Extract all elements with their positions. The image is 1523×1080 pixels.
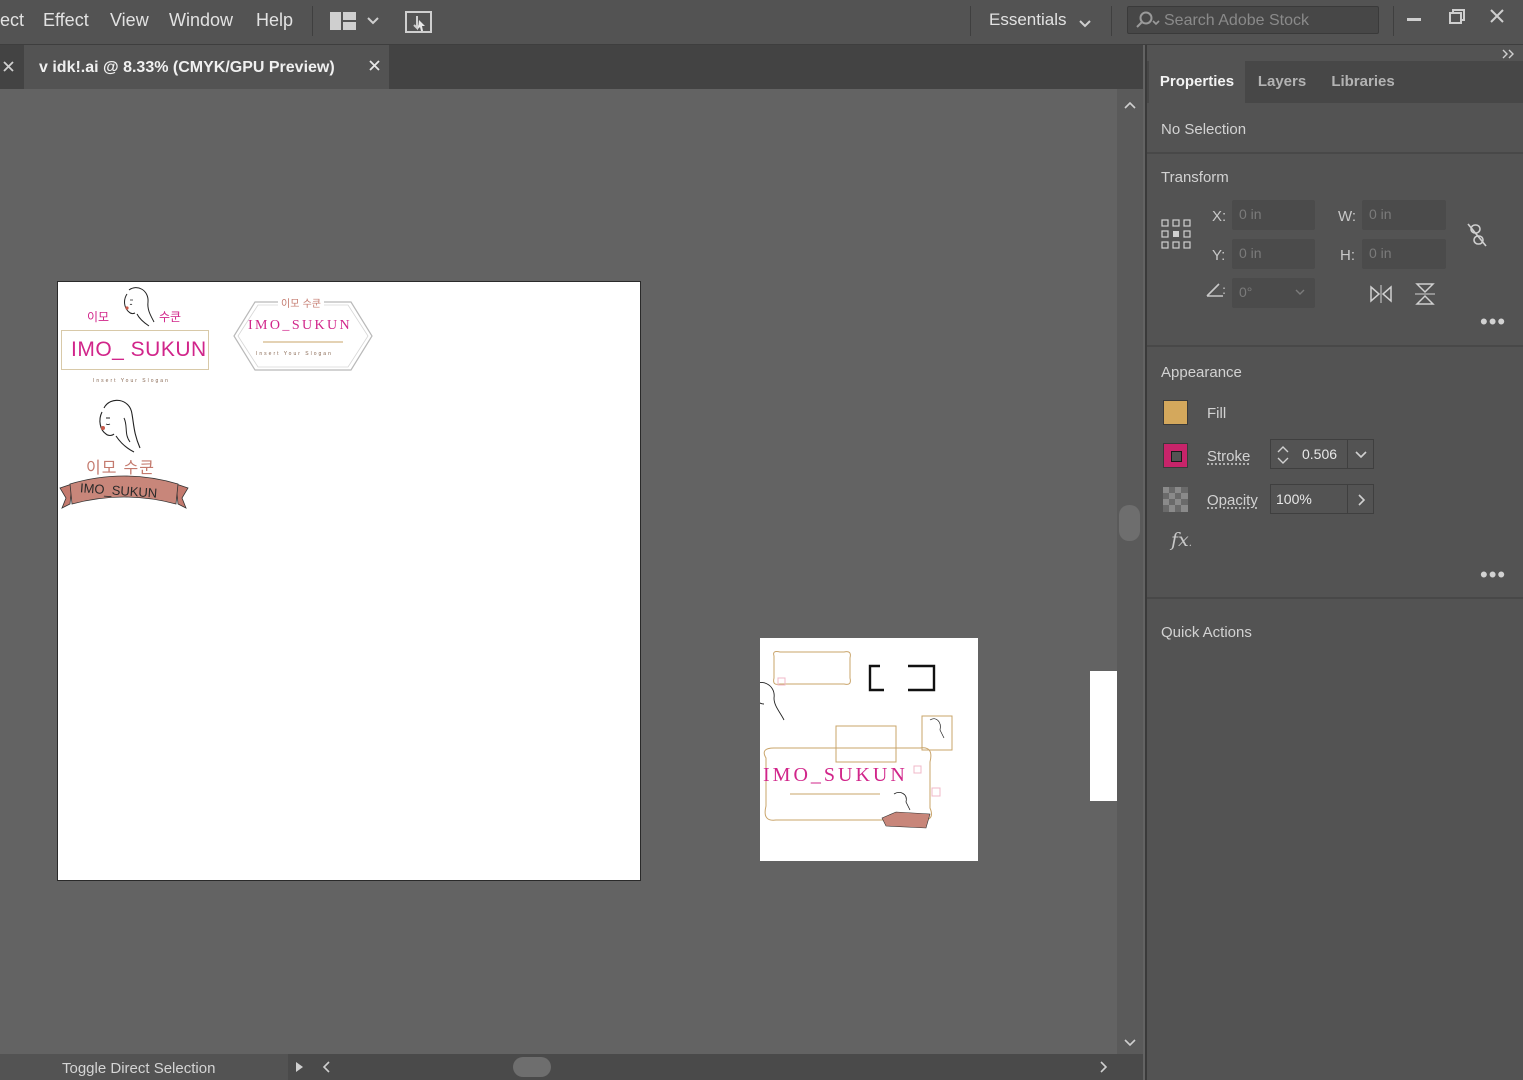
logo-wordmark: IMO_ SUKUN (71, 338, 207, 361)
logo-korean-right: 수쿤 (159, 310, 182, 324)
badge-slogan: Insert Your Slogan (256, 351, 333, 357)
h-field[interactable]: 0 in (1362, 239, 1446, 269)
chevron-right-icon[interactable] (1357, 493, 1367, 507)
logo-slogan: Insert Your Slogan (93, 378, 170, 384)
rotate-angle-icon: : (1205, 282, 1229, 298)
search-icon (1136, 11, 1160, 28)
fill-label[interactable]: Fill (1207, 405, 1226, 422)
tab-properties[interactable]: Properties (1149, 61, 1245, 103)
stock-search-input[interactable]: Search Adobe Stock (1127, 6, 1379, 34)
menu-window[interactable]: Window (169, 10, 233, 31)
x-label: X: (1212, 208, 1227, 225)
stroke-swatch[interactable] (1163, 443, 1188, 468)
opacity-label[interactable]: Opacity (1207, 492, 1258, 509)
logo-ribbon[interactable]: 이모 수쿤 IMO_SUKUN (58, 398, 193, 514)
woman-face-illustration (99, 399, 141, 453)
status-tool-label[interactable]: Toggle Direct Selection (62, 1060, 215, 1077)
svg-text::: : (1222, 283, 1226, 297)
stroke-weight-stepper[interactable]: 0.506 (1270, 439, 1374, 469)
panel-tab-bar: Properties Layers Libraries (1147, 61, 1523, 103)
w-field[interactable]: 0 in (1362, 200, 1446, 230)
menu-view[interactable]: View (110, 10, 149, 31)
status-menu-arrow-icon[interactable] (294, 1060, 306, 1074)
horizontal-scroll-thumb[interactable] (513, 1057, 551, 1077)
restore-button[interactable] (1441, 4, 1471, 30)
vertical-scroll-thumb[interactable] (1119, 505, 1140, 541)
minimize-button[interactable] (1399, 4, 1429, 30)
rotate-field[interactable]: 0° (1232, 278, 1315, 308)
y-value: 0 in (1239, 245, 1262, 261)
artboard-3[interactable] (1090, 671, 1117, 801)
opacity-field[interactable]: 100% (1270, 484, 1374, 514)
badge-wordmark: IMO_SUKUN (248, 318, 353, 333)
h-label: H: (1340, 247, 1355, 264)
more-options-icon[interactable]: ••• (1480, 309, 1506, 335)
scroll-left-icon[interactable] (320, 1060, 332, 1074)
vertical-scrollbar[interactable] (1117, 89, 1143, 1054)
flip-vertical-icon[interactable] (1414, 282, 1436, 306)
arrange-documents-icon[interactable] (330, 11, 380, 33)
reference-point-icon[interactable] (1161, 219, 1191, 249)
artboard-2[interactable]: IMO_SUKUN (760, 638, 978, 861)
close-icon[interactable] (368, 59, 382, 73)
status-bar: Toggle Direct Selection (0, 1054, 1143, 1080)
menu-select[interactable]: ect (0, 10, 24, 31)
close-icon[interactable] (2, 60, 16, 74)
constrain-proportions-icon[interactable] (1465, 222, 1489, 248)
transform-section-title: Transform (1161, 169, 1229, 186)
quick-actions-title: Quick Actions (1161, 624, 1252, 641)
logo-hexagon-badge[interactable]: 이모 수쿤 IMO_SUKUN Insert Your Slogan (233, 294, 373, 374)
appearance-section-title: Appearance (1161, 364, 1242, 381)
collapse-panel-icon[interactable] (1501, 47, 1517, 59)
opacity-value[interactable]: 100% (1276, 491, 1312, 507)
properties-panel: Properties Layers Libraries No Selection… (1145, 45, 1523, 1080)
w-value: 0 in (1369, 206, 1392, 222)
menu-bar: ect Effect View Window Help Essentials S… (0, 0, 1523, 45)
x-value: 0 in (1239, 206, 1262, 222)
artboard-1[interactable]: 이모 수쿤 IMO_ SUKUN Insert Your Slogan 이모 수… (57, 281, 641, 881)
x-field[interactable]: 0 in (1232, 200, 1315, 230)
publish-icon[interactable] (405, 10, 433, 36)
stroke-label[interactable]: Stroke (1207, 448, 1250, 465)
w-label: W: (1338, 208, 1357, 225)
logo-rectangle[interactable]: 이모 수쿤 IMO_ SUKUN Insert Your Slogan (61, 286, 213, 384)
chevron-down-icon[interactable] (1078, 16, 1092, 28)
h-value: 0 in (1369, 245, 1392, 261)
fill-swatch[interactable] (1163, 400, 1188, 425)
y-label: Y: (1212, 247, 1226, 264)
chevron-down-icon[interactable] (1123, 1035, 1137, 1047)
document-tab-title: v idk!.ai @ 8.33% (CMYK/GPU Preview) (39, 59, 335, 76)
stepper-arrows-icon[interactable] (1275, 444, 1291, 466)
rotate-value: 0° (1239, 284, 1253, 300)
woman-face-illustration (124, 287, 155, 327)
badge-korean: 이모 수쿤 (278, 295, 324, 310)
flip-horizontal-icon[interactable] (1369, 284, 1393, 304)
opacity-swatch-icon[interactable] (1163, 487, 1188, 512)
menu-help[interactable]: Help (256, 10, 293, 31)
tab-layers[interactable]: Layers (1245, 61, 1319, 103)
more-options-icon[interactable]: ••• (1480, 562, 1506, 588)
chevron-down-icon[interactable] (1354, 450, 1368, 460)
selection-status: No Selection (1161, 121, 1247, 138)
artboard2-wordmark: IMO_SUKUN (763, 764, 908, 786)
scroll-right-icon[interactable] (1098, 1060, 1110, 1074)
fx-effects-icon[interactable]: fx. (1171, 529, 1201, 553)
close-window-button[interactable] (1482, 4, 1512, 30)
document-tab[interactable]: v idk!.ai @ 8.33% (CMYK/GPU Preview) (24, 45, 389, 89)
chevron-up-icon[interactable] (1123, 97, 1137, 109)
workspace-switcher[interactable]: Essentials (989, 10, 1066, 30)
y-field[interactable]: 0 in (1232, 239, 1315, 269)
search-placeholder: Search Adobe Stock (1164, 12, 1309, 29)
stroke-weight-value[interactable]: 0.506 (1302, 446, 1337, 462)
tab-libraries[interactable]: Libraries (1319, 61, 1407, 103)
menu-effect[interactable]: Effect (43, 10, 89, 31)
logo-korean-left: 이모 (87, 310, 110, 324)
